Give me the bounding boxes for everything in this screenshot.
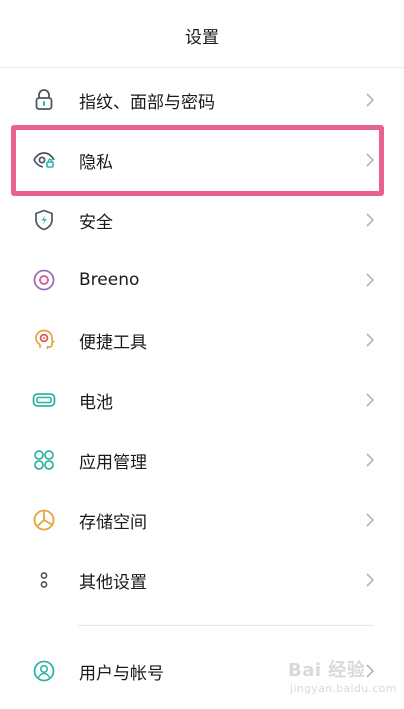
page-title: 设置 (0, 0, 404, 70)
chevron-right-icon (364, 272, 376, 288)
settings-item-privacy[interactable]: 隐私 (0, 130, 404, 190)
convenience-tools-icon (32, 328, 56, 352)
settings-item-label: 电池 (79, 392, 113, 413)
settings-item-label: 用户与帐号 (79, 663, 164, 684)
settings-item-apps[interactable]: 应用管理 (0, 430, 404, 490)
lock-icon (32, 88, 56, 112)
settings-item-breeno[interactable]: Breeno (0, 250, 404, 310)
chevron-right-icon (364, 332, 376, 348)
chevron-right-icon (364, 663, 376, 679)
chevron-right-icon (364, 512, 376, 528)
settings-item-label: 隐私 (79, 152, 113, 173)
breeno-circle-icon (32, 268, 56, 292)
app-grid-icon (32, 448, 56, 472)
section-divider (78, 625, 374, 626)
privacy-eye-icon (32, 148, 56, 172)
settings-item-battery[interactable]: 电池 (0, 370, 404, 430)
chevron-right-icon (364, 152, 376, 168)
settings-item-security[interactable]: 安全 (0, 190, 404, 250)
chevron-right-icon (364, 92, 376, 108)
storage-pie-icon (32, 508, 56, 532)
settings-item-label: 应用管理 (79, 452, 147, 473)
chevron-right-icon (364, 392, 376, 408)
chevron-right-icon (364, 572, 376, 588)
settings-item-label: Breeno (79, 270, 140, 290)
user-icon (32, 659, 56, 683)
page-title-text: 设置 (185, 27, 219, 48)
settings-item-storage[interactable]: 存储空间 (0, 490, 404, 550)
settings-item-label: 其他设置 (79, 572, 147, 593)
settings-item-users[interactable]: 用户与帐号 (0, 641, 404, 701)
settings-item-tools[interactable]: 便捷工具 (0, 310, 404, 370)
settings-item-fingerprint[interactable]: 指纹、面部与密码 (0, 70, 404, 130)
chevron-right-icon (364, 452, 376, 468)
settings-item-label: 存储空间 (79, 512, 147, 533)
settings-item-label: 便捷工具 (79, 332, 147, 353)
settings-item-label: 安全 (79, 212, 113, 233)
header-divider (0, 67, 404, 68)
settings-item-other[interactable]: 其他设置 (0, 550, 404, 610)
more-dots-icon (32, 568, 56, 592)
battery-icon (32, 388, 56, 412)
chevron-right-icon (364, 212, 376, 228)
shield-lightning-icon (32, 208, 56, 232)
settings-item-label: 指纹、面部与密码 (79, 92, 215, 113)
